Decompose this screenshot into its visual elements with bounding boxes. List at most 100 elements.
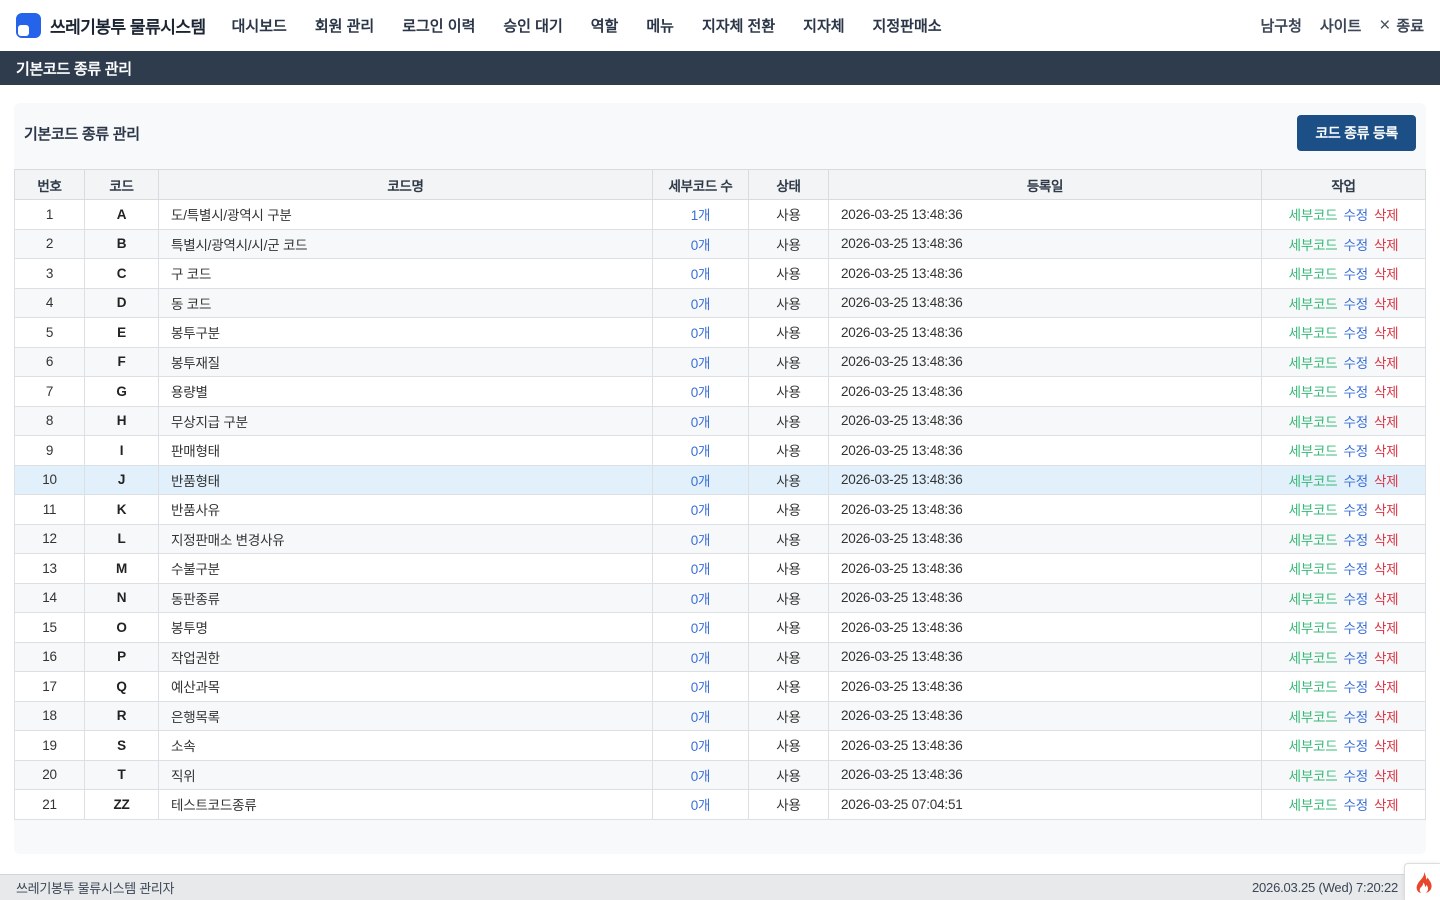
register-code-type-button[interactable]: 코드 종류 등록 — [1297, 115, 1416, 151]
edit-link[interactable]: 수정 — [1343, 562, 1367, 577]
delete-link[interactable]: 삭제 — [1374, 267, 1398, 282]
nav-item-dashboard[interactable]: 대시보드 — [232, 15, 287, 36]
nav-item-gov-switch[interactable]: 지자체 전환 — [702, 15, 775, 36]
detail-count-link[interactable]: 1개 — [691, 208, 711, 223]
detail-count-link[interactable]: 0개 — [691, 267, 711, 282]
delete-link[interactable]: 삭제 — [1374, 238, 1398, 253]
nav-item-roles[interactable]: 역할 — [591, 15, 619, 36]
detail-code-link[interactable]: 세부코드 — [1289, 769, 1338, 784]
delete-link[interactable]: 삭제 — [1374, 680, 1398, 695]
edit-link[interactable]: 수정 — [1343, 739, 1367, 754]
delete-link[interactable]: 삭제 — [1374, 651, 1398, 666]
edit-link[interactable]: 수정 — [1343, 385, 1367, 400]
delete-link[interactable]: 삭제 — [1374, 621, 1398, 636]
delete-link[interactable]: 삭제 — [1374, 208, 1398, 223]
delete-link[interactable]: 삭제 — [1374, 415, 1398, 430]
edit-link[interactable]: 수정 — [1343, 503, 1367, 518]
detail-code-link[interactable]: 세부코드 — [1289, 680, 1338, 695]
detail-count-link[interactable]: 0개 — [691, 297, 711, 312]
detail-count-link[interactable]: 0개 — [691, 769, 711, 784]
detail-code-link[interactable]: 세부코드 — [1289, 562, 1338, 577]
detail-count-link[interactable]: 0개 — [691, 739, 711, 754]
delete-link[interactable]: 삭제 — [1374, 798, 1398, 813]
detail-count-link[interactable]: 0개 — [691, 621, 711, 636]
edit-link[interactable]: 수정 — [1343, 592, 1367, 607]
detail-code-link[interactable]: 세부코드 — [1289, 356, 1338, 371]
nav-item-login-history[interactable]: 로그인 이력 — [402, 15, 475, 36]
cell-status: 사용 — [749, 200, 829, 230]
delete-link[interactable]: 삭제 — [1374, 710, 1398, 725]
delete-link[interactable]: 삭제 — [1374, 562, 1398, 577]
brand[interactable]: 쓰레기봉투 물류시스템 — [16, 13, 206, 38]
detail-code-link[interactable]: 세부코드 — [1289, 503, 1338, 518]
delete-link[interactable]: 삭제 — [1374, 739, 1398, 754]
detail-code-link[interactable]: 세부코드 — [1289, 444, 1338, 459]
detail-code-link[interactable]: 세부코드 — [1289, 326, 1338, 341]
edit-link[interactable]: 수정 — [1343, 710, 1367, 725]
site-link[interactable]: 사이트 — [1320, 15, 1361, 36]
detail-count-link[interactable]: 0개 — [691, 533, 711, 548]
detail-count-link[interactable]: 0개 — [691, 444, 711, 459]
edit-link[interactable]: 수정 — [1343, 533, 1367, 548]
nav-item-stores[interactable]: 지정판매소 — [873, 15, 942, 36]
delete-link[interactable]: 삭제 — [1374, 297, 1398, 312]
detail-count-link[interactable]: 0개 — [691, 238, 711, 253]
delete-link[interactable]: 삭제 — [1374, 326, 1398, 341]
detail-code-link[interactable]: 세부코드 — [1289, 592, 1338, 607]
edit-link[interactable]: 수정 — [1343, 415, 1367, 430]
detail-count-link[interactable]: 0개 — [691, 680, 711, 695]
detail-code-link[interactable]: 세부코드 — [1289, 415, 1338, 430]
col-code-name: 코드명 — [159, 170, 653, 200]
edit-link[interactable]: 수정 — [1343, 680, 1367, 695]
edit-link[interactable]: 수정 — [1343, 267, 1367, 282]
detail-code-link[interactable]: 세부코드 — [1289, 710, 1338, 725]
detail-code-link[interactable]: 세부코드 — [1289, 385, 1338, 400]
edit-link[interactable]: 수정 — [1343, 326, 1367, 341]
edit-link[interactable]: 수정 — [1343, 238, 1367, 253]
delete-link[interactable]: 삭제 — [1374, 533, 1398, 548]
delete-link[interactable]: 삭제 — [1374, 444, 1398, 459]
edit-link[interactable]: 수정 — [1343, 208, 1367, 223]
nav-item-approval[interactable]: 승인 대기 — [503, 15, 562, 36]
detail-count-link[interactable]: 0개 — [691, 592, 711, 607]
detail-count-link[interactable]: 0개 — [691, 562, 711, 577]
edit-link[interactable]: 수정 — [1343, 769, 1367, 784]
detail-count-link[interactable]: 0개 — [691, 651, 711, 666]
detail-code-link[interactable]: 세부코드 — [1289, 533, 1338, 548]
edit-link[interactable]: 수정 — [1343, 356, 1367, 371]
logout-button[interactable]: × 종료 — [1379, 15, 1424, 36]
delete-link[interactable]: 삭제 — [1374, 474, 1398, 489]
detail-code-link[interactable]: 세부코드 — [1289, 474, 1338, 489]
edit-link[interactable]: 수정 — [1343, 621, 1367, 636]
detail-count-link[interactable]: 0개 — [691, 415, 711, 430]
delete-link[interactable]: 삭제 — [1374, 592, 1398, 607]
nav-item-members[interactable]: 회원 관리 — [315, 15, 374, 36]
nav-item-menus[interactable]: 메뉴 — [646, 15, 674, 36]
delete-link[interactable]: 삭제 — [1374, 769, 1398, 784]
detail-code-link[interactable]: 세부코드 — [1289, 798, 1338, 813]
edit-link[interactable]: 수정 — [1343, 474, 1367, 489]
detail-count-link[interactable]: 0개 — [691, 798, 711, 813]
detail-code-link[interactable]: 세부코드 — [1289, 621, 1338, 636]
delete-link[interactable]: 삭제 — [1374, 356, 1398, 371]
detail-count-link[interactable]: 0개 — [691, 710, 711, 725]
detail-code-link[interactable]: 세부코드 — [1289, 238, 1338, 253]
detail-code-link[interactable]: 세부코드 — [1289, 739, 1338, 754]
detail-count-link[interactable]: 0개 — [691, 326, 711, 341]
nav-item-gov[interactable]: 지자체 — [803, 15, 844, 36]
detail-count-link[interactable]: 0개 — [691, 503, 711, 518]
delete-link[interactable]: 삭제 — [1374, 503, 1398, 518]
detail-code-link[interactable]: 세부코드 — [1289, 208, 1338, 223]
edit-link[interactable]: 수정 — [1343, 444, 1367, 459]
detail-count-link[interactable]: 0개 — [691, 356, 711, 371]
detail-count-link[interactable]: 0개 — [691, 474, 711, 489]
edit-link[interactable]: 수정 — [1343, 651, 1367, 666]
edit-link[interactable]: 수정 — [1343, 297, 1367, 312]
delete-link[interactable]: 삭제 — [1374, 385, 1398, 400]
edit-link[interactable]: 수정 — [1343, 798, 1367, 813]
detail-code-link[interactable]: 세부코드 — [1289, 297, 1338, 312]
detail-code-link[interactable]: 세부코드 — [1289, 651, 1338, 666]
detail-code-link[interactable]: 세부코드 — [1289, 267, 1338, 282]
detail-count-link[interactable]: 0개 — [691, 385, 711, 400]
debug-toolbar-button[interactable] — [1404, 863, 1440, 900]
